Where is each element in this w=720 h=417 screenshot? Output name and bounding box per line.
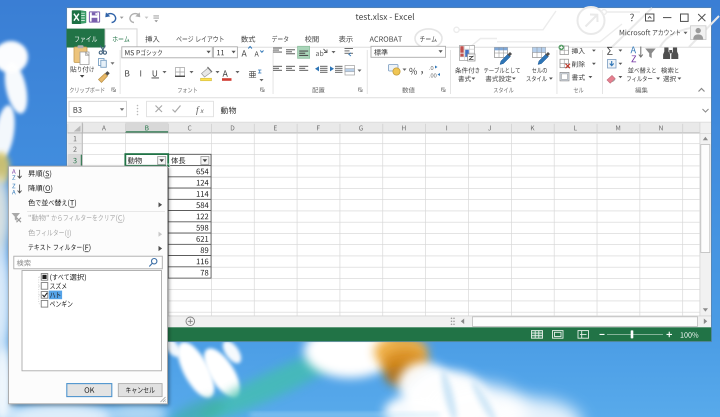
svg-text:.00: .00 bbox=[429, 74, 437, 80]
svg-text:.0: .0 bbox=[429, 66, 434, 72]
